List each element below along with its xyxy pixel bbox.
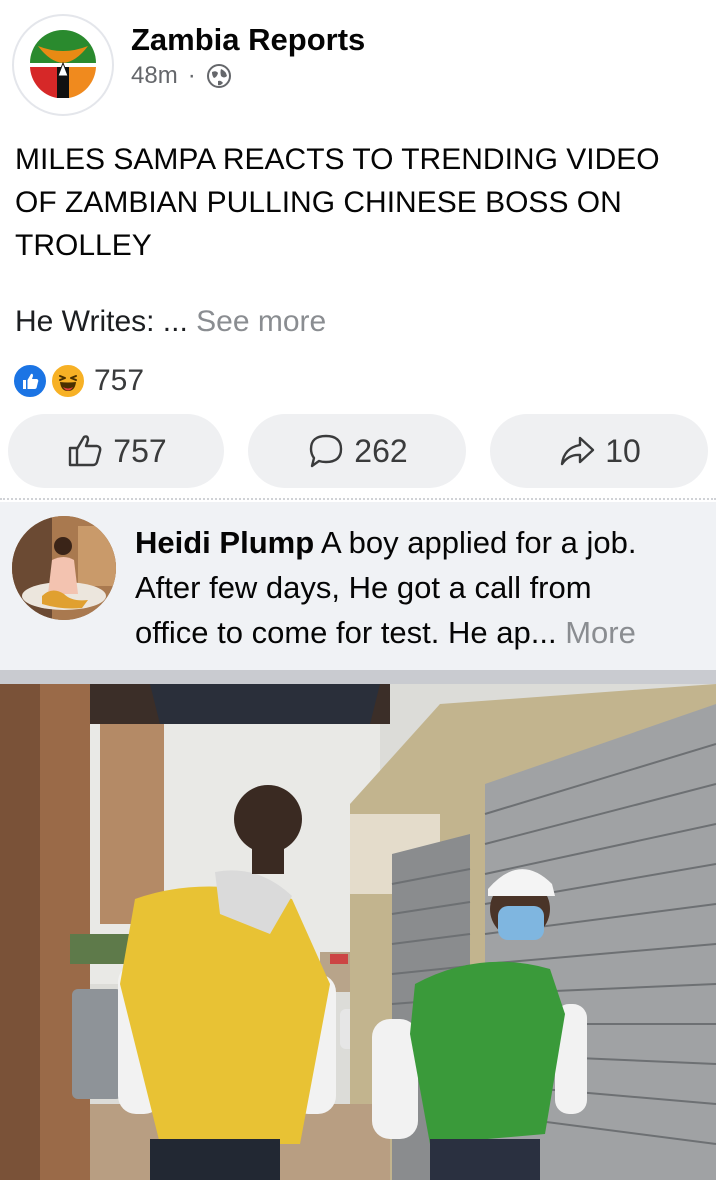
commenter-avatar[interactable] <box>12 516 116 620</box>
post-header: Zambia Reports 48m · <box>0 0 716 120</box>
meta-separator: · <box>187 62 196 89</box>
writes-text: He Writes: ... <box>15 305 188 338</box>
post-photo-image <box>0 684 716 1180</box>
reaction-count: 757 <box>94 364 145 397</box>
comment-count: 262 <box>354 432 408 469</box>
comment-button[interactable]: 262 <box>248 414 466 488</box>
page-name[interactable]: Zambia Reports <box>131 22 365 58</box>
post-meta: 48m · <box>131 62 232 90</box>
comment-line-text: office to come for test. He ap... <box>135 615 557 650</box>
divider <box>0 498 716 500</box>
comment-line-text: A boy applied for a job. <box>314 525 637 560</box>
comment-text: Heidi Plump A boy applied for a job. Aft… <box>135 520 705 655</box>
post-photo[interactable] <box>0 684 716 1180</box>
like-button[interactable]: 757 <box>8 414 224 488</box>
reaction-summary[interactable]: 757 <box>12 362 144 400</box>
comment-line: After few days, He got a call from <box>135 570 592 605</box>
comment-line: Heidi Plump A boy applied for a job. <box>135 520 705 565</box>
zambia-reports-logo-icon <box>25 27 101 103</box>
reaction-icons <box>12 363 90 399</box>
haha-icon <box>50 363 86 399</box>
comment-bubble-icon <box>310 434 343 468</box>
post-time[interactable]: 48m <box>131 62 178 90</box>
share-arrow-icon <box>561 436 595 466</box>
thumbs-up-icon <box>69 435 102 467</box>
post-text-continued: He Writes: ... See more <box>15 302 326 342</box>
comment-more-link[interactable]: More <box>565 615 636 650</box>
comment-line: office to come for test. He ap... More <box>135 610 705 655</box>
top-comment[interactable]: Heidi Plump A boy applied for a job. Aft… <box>0 502 716 670</box>
post-text-line: MILES SAMPA REACTS TO TRENDING VIDEO <box>15 143 660 176</box>
post-text: MILES SAMPA REACTS TO TRENDING VIDEO OF … <box>15 138 705 267</box>
post-actions: 757 262 10 <box>8 414 708 488</box>
globe-icon <box>206 64 231 88</box>
share-count: 10 <box>605 432 641 469</box>
post-text-line: OF ZAMBIAN PULLING CHINESE BOSS ON <box>15 186 622 219</box>
see-more-link[interactable]: See more <box>196 305 326 338</box>
commenter-name[interactable]: Heidi Plump <box>135 525 314 560</box>
like-count: 757 <box>113 432 167 469</box>
post-text-line: TROLLEY <box>15 229 152 262</box>
page-avatar[interactable] <box>12 14 114 116</box>
like-icon <box>12 363 48 399</box>
share-button[interactable]: 10 <box>490 414 708 488</box>
section-gap <box>0 670 716 684</box>
